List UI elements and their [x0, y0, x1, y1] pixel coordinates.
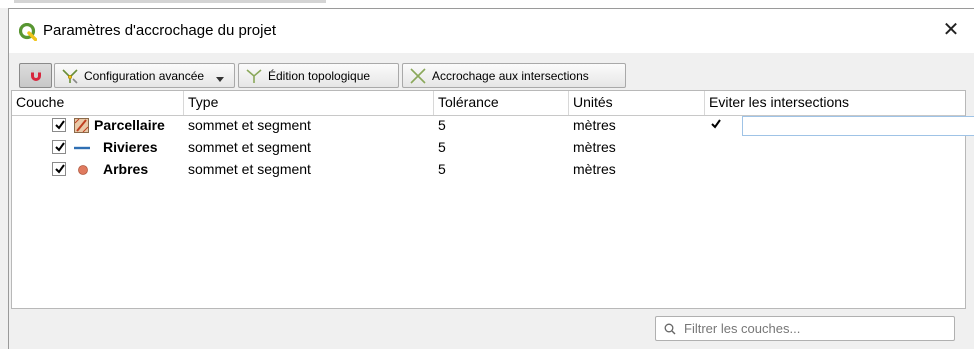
- magnet-icon: [30, 69, 41, 81]
- advanced-config-button[interactable]: Configuration avancée: [54, 63, 235, 88]
- checkmark-icon: [711, 119, 721, 129]
- checkmark-icon: [55, 120, 65, 130]
- background-window-strip: [0, 0, 974, 8]
- topological-editing-button[interactable]: Édition topologique: [238, 63, 399, 88]
- table-row[interactable]: Arbres sommet et segment 5 mètres: [12, 159, 965, 181]
- qgis-logo-icon: [19, 23, 37, 41]
- checkmark-icon: [55, 142, 65, 152]
- advanced-config-label: Configuration avancée: [84, 68, 205, 83]
- layers-table: Couche Type Tolérance Unités Eviter les …: [11, 90, 974, 309]
- enable-snapping-button[interactable]: [19, 63, 52, 88]
- snapping-tool-icon: [62, 68, 78, 84]
- layer-checkbox[interactable]: [52, 140, 66, 154]
- snap-type-value[interactable]: sommet et segment: [188, 137, 311, 159]
- point-layer-icon: [78, 165, 88, 175]
- snap-intersections-label: Accrochage aux intersections: [432, 68, 589, 83]
- polygon-layer-icon: [74, 118, 89, 133]
- units-value[interactable]: mètres: [573, 137, 616, 159]
- layer-name: Arbres: [103, 161, 149, 177]
- column-header-type[interactable]: Type: [184, 91, 434, 115]
- topological-editing-label: Édition topologique: [268, 68, 371, 83]
- dialog-title: Paramètres d'accrochage du projet: [43, 22, 276, 39]
- background-shadow: [14, 0, 326, 3]
- table-header: Couche Type Tolérance Unités Eviter les …: [12, 91, 965, 116]
- dropdown-arrow-icon: [216, 77, 224, 82]
- layer-name: Rivieres: [103, 139, 158, 155]
- filter-layers-field[interactable]: [655, 316, 955, 341]
- layer-checkbox[interactable]: [52, 118, 66, 132]
- checkmark-icon: [55, 164, 65, 174]
- topology-icon: [246, 68, 262, 83]
- title-bar: Paramètres d'accrochage du projet ✕: [9, 9, 974, 53]
- table-row[interactable]: Rivieres sommet et segment 5 mètres: [12, 137, 965, 159]
- snap-intersections-button[interactable]: Accrochage aux intersections: [402, 63, 626, 88]
- table-row[interactable]: Parcellaire sommet et segment 5 mètres: [12, 115, 974, 137]
- tolerance-value[interactable]: 5: [438, 159, 446, 181]
- avoid-intersections-editor[interactable]: [742, 116, 974, 136]
- units-value[interactable]: mètres: [573, 115, 616, 137]
- column-header-avoid-intersections[interactable]: Eviter les intersections: [705, 91, 965, 115]
- snap-type-value[interactable]: sommet et segment: [188, 159, 311, 181]
- column-header-units[interactable]: Unités: [569, 91, 705, 115]
- tolerance-value[interactable]: 5: [438, 137, 446, 159]
- units-value[interactable]: mètres: [573, 159, 616, 181]
- avoid-intersections-checkbox[interactable]: [709, 118, 723, 132]
- intersection-icon: [410, 67, 426, 84]
- search-icon: [664, 323, 676, 334]
- layer-name: Parcellaire: [94, 117, 165, 133]
- snap-type-value[interactable]: sommet et segment: [188, 115, 311, 137]
- column-header-layer[interactable]: Couche: [12, 91, 184, 115]
- line-layer-icon: [74, 146, 90, 150]
- layer-checkbox[interactable]: [52, 162, 66, 176]
- column-header-tolerance[interactable]: Tolérance: [434, 91, 569, 115]
- close-icon[interactable]: ✕: [938, 17, 964, 43]
- filter-layers-input[interactable]: [682, 320, 936, 337]
- tolerance-value[interactable]: 5: [438, 115, 446, 137]
